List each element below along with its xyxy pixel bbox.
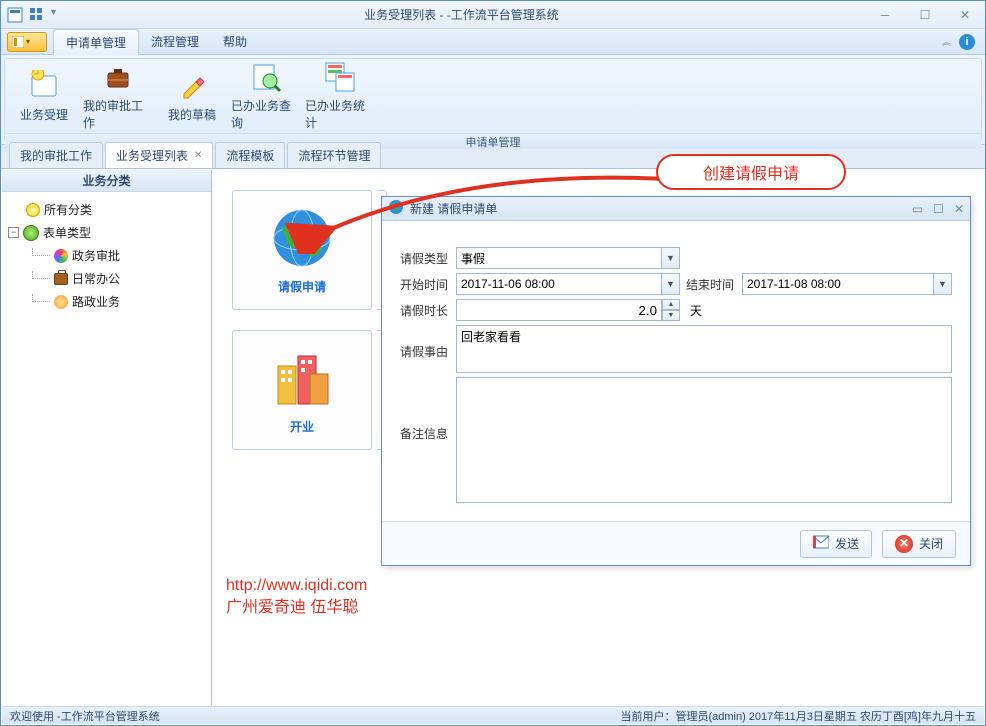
close-button[interactable]: ✕ bbox=[945, 1, 985, 29]
collapse-ribbon-icon[interactable]: ︽ bbox=[942, 35, 951, 48]
sidebar-title: 业务分类 bbox=[2, 170, 211, 192]
ribbon: 业务受理 我的审批工作 我的草稿 已办业务查询 已办业务统计 申请单管理 bbox=[1, 55, 985, 145]
info-icon[interactable]: i bbox=[959, 34, 975, 50]
tree-item-office[interactable]: 日常办公 bbox=[30, 267, 207, 290]
send-button[interactable]: 发送 bbox=[800, 530, 872, 558]
ribbon-done-query[interactable]: 已办业务查询 bbox=[231, 61, 301, 131]
globe-icon bbox=[270, 206, 334, 270]
menu-tab-help[interactable]: 帮助 bbox=[211, 29, 259, 54]
annotation-callout: 创建请假申请 bbox=[656, 154, 846, 190]
category-tree: 所有分类 − 表单类型 政务审批 日常办公 bbox=[2, 192, 211, 319]
label-end-time: 结束时间 bbox=[686, 276, 742, 293]
briefcase-icon bbox=[54, 273, 68, 285]
tree-item-gov[interactable]: 政务审批 bbox=[30, 244, 207, 267]
dialog-icon bbox=[388, 199, 404, 218]
leave-dialog: 新建 请假申请单 ▭ ☐ ✕ 请假类型 事假 ▼ 开始时间 2017-11-06… bbox=[381, 196, 971, 566]
input-remark[interactable] bbox=[456, 377, 952, 503]
minimize-button[interactable]: ─ bbox=[865, 1, 905, 29]
dropdown-icon[interactable]: ▼ bbox=[662, 247, 680, 269]
input-duration[interactable] bbox=[456, 299, 662, 321]
bulb-icon bbox=[26, 203, 40, 217]
ribbon-business-accept[interactable]: 业务受理 bbox=[9, 61, 79, 131]
dialog-close-button[interactable]: ✕ bbox=[954, 202, 964, 216]
label-remark: 备注信息 bbox=[400, 377, 456, 442]
menu-tab-application[interactable]: 申请单管理 bbox=[53, 29, 139, 55]
grid-icon[interactable] bbox=[29, 7, 45, 23]
spinner[interactable]: ▲▼ bbox=[662, 299, 680, 321]
sidebar: 业务分类 所有分类 − 表单类型 政务审批 bbox=[2, 170, 212, 705]
label-duration-unit: 天 bbox=[690, 302, 702, 319]
dropdown-icon[interactable]: ▼ bbox=[934, 273, 952, 295]
watermark: http://www.iqidi.com 广州爱奇迪 伍华聪 bbox=[226, 575, 367, 619]
ribbon-done-stats[interactable]: 已办业务统计 bbox=[305, 61, 375, 131]
dialog-title-text: 新建 请假申请单 bbox=[410, 200, 497, 217]
input-reason[interactable] bbox=[456, 325, 952, 373]
input-start-time[interactable]: 2017-11-06 08:00 bbox=[456, 273, 662, 295]
input-leave-type[interactable]: 事假 bbox=[456, 247, 662, 269]
collapse-icon[interactable]: − bbox=[8, 227, 19, 238]
status-right: 当前用户：管理员(admin) 2017年11月3日星期五 农历丁酉[鸡]年九月… bbox=[620, 708, 976, 724]
ribbon-my-draft[interactable]: 我的草稿 bbox=[157, 61, 227, 131]
green-ball-icon bbox=[23, 225, 39, 241]
tree-group-formtype[interactable]: − 表单类型 bbox=[6, 221, 207, 244]
tree-item-road[interactable]: 路政业务 bbox=[30, 290, 207, 313]
palette-icon bbox=[54, 249, 68, 263]
doc-tab-business-list[interactable]: 业务受理列表✕ bbox=[105, 142, 213, 168]
buildings-icon bbox=[270, 346, 334, 410]
doc-tab-approval[interactable]: 我的审批工作 bbox=[9, 142, 103, 168]
label-leave-type: 请假类型 bbox=[400, 250, 456, 267]
close-dialog-button[interactable]: ✕ 关闭 bbox=[882, 530, 956, 558]
maximize-button[interactable]: ☐ bbox=[905, 1, 945, 29]
view-toggle[interactable]: ▾ bbox=[7, 32, 47, 52]
dropdown-icon[interactable]: ▼ bbox=[49, 7, 58, 23]
label-start-time: 开始时间 bbox=[400, 276, 456, 293]
status-left: 欢迎使用 -工作流平台管理系统 bbox=[10, 708, 160, 724]
dialog-titlebar: 新建 请假申请单 ▭ ☐ ✕ bbox=[382, 197, 970, 221]
close-icon: ✕ bbox=[895, 535, 913, 553]
close-tab-icon[interactable]: ✕ bbox=[194, 150, 202, 161]
tile-open-business[interactable]: 开业 bbox=[232, 330, 372, 450]
label-duration: 请假时长 bbox=[400, 302, 456, 319]
menu-tab-process[interactable]: 流程管理 bbox=[139, 29, 211, 54]
doc-tab-step[interactable]: 流程环节管理 bbox=[287, 142, 381, 168]
statusbar: 欢迎使用 -工作流平台管理系统 当前用户：管理员(admin) 2017年11月… bbox=[2, 706, 984, 724]
doc-tab-template[interactable]: 流程模板 bbox=[215, 142, 285, 168]
dialog-minimize-button[interactable]: ▭ bbox=[912, 202, 923, 216]
label-reason: 请假事由 bbox=[400, 325, 456, 360]
tile-leave-application[interactable]: 请假申请 bbox=[232, 190, 372, 310]
titlebar: ▼ 业务受理列表 - -工作流平台管理系统 ─ ☐ ✕ bbox=[1, 1, 985, 29]
menubar: ▾ 申请单管理 流程管理 帮助 ︽ i bbox=[1, 29, 985, 55]
app-icon bbox=[7, 7, 23, 23]
window-title: 业务受理列表 - -工作流平台管理系统 bbox=[58, 6, 865, 23]
ribbon-my-approval[interactable]: 我的审批工作 bbox=[83, 61, 153, 131]
orange-ball-icon bbox=[54, 295, 68, 309]
dialog-maximize-button[interactable]: ☐ bbox=[933, 202, 944, 216]
mail-icon bbox=[813, 535, 829, 552]
input-end-time[interactable]: 2017-11-08 08:00 bbox=[742, 273, 934, 295]
dropdown-icon[interactable]: ▼ bbox=[662, 273, 680, 295]
tree-root[interactable]: 所有分类 bbox=[6, 198, 207, 221]
